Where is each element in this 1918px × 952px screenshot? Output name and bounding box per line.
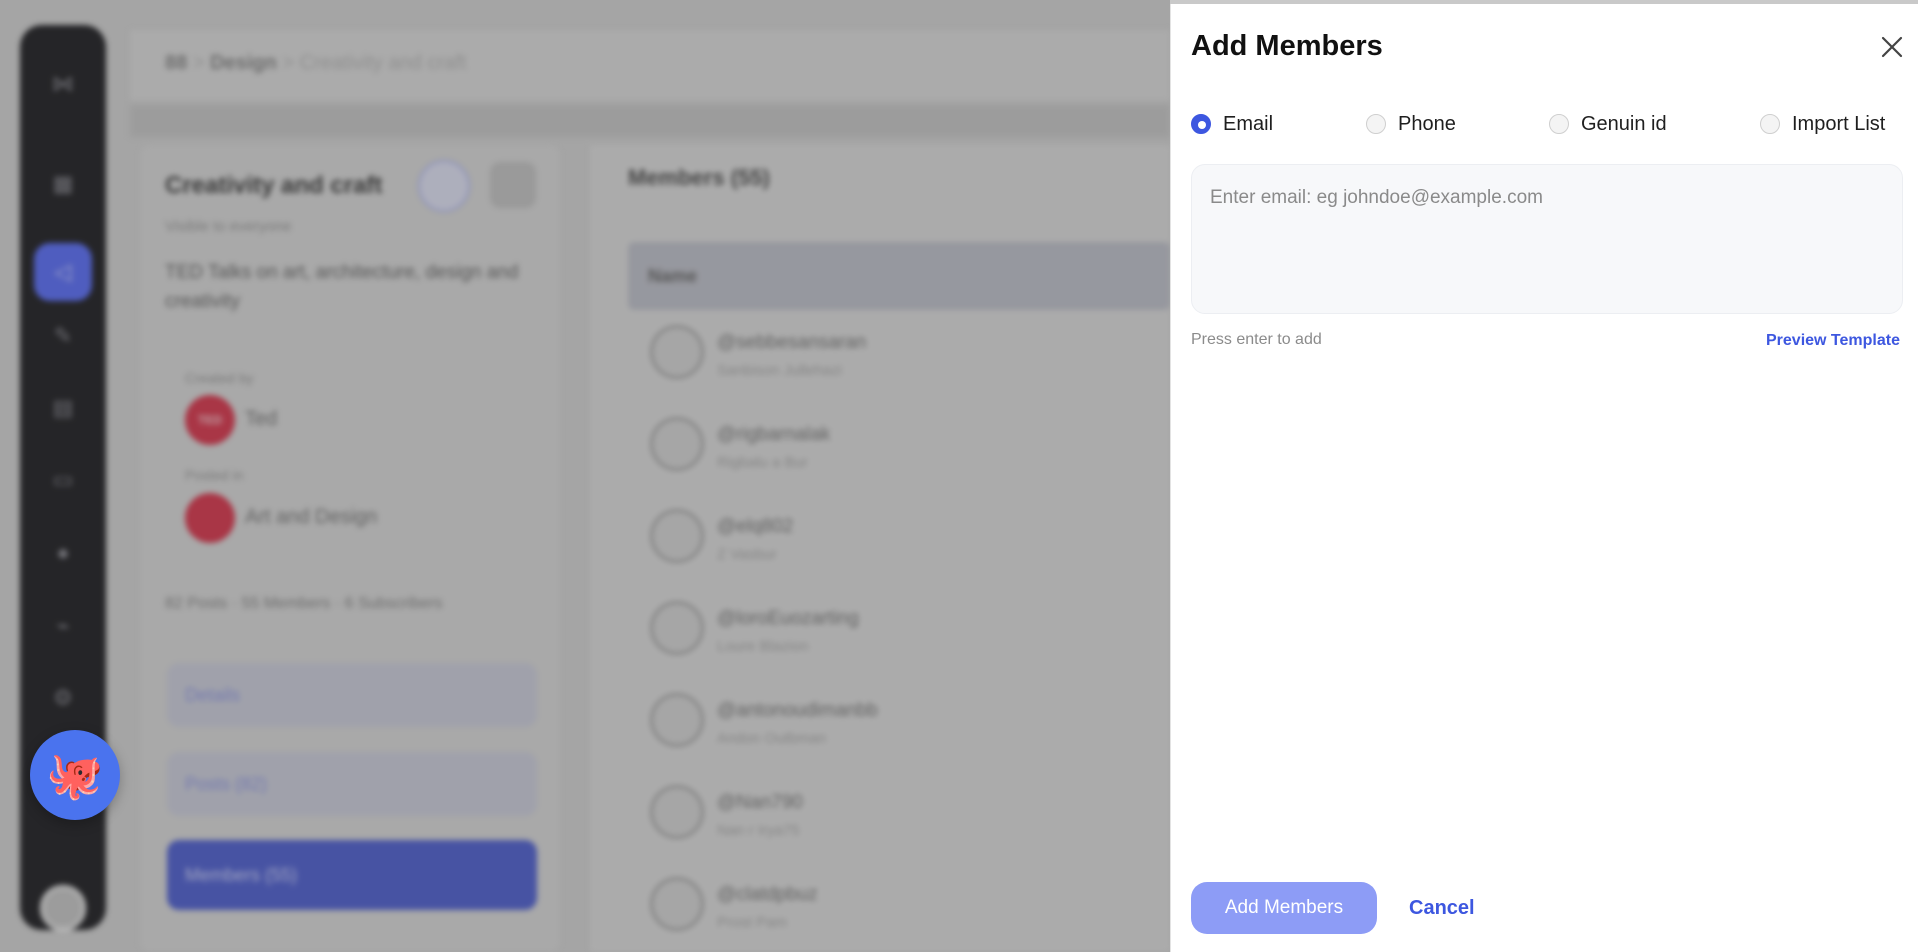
radio-import-list[interactable]: Import List: [1760, 109, 1885, 139]
octopus-icon[interactable]: 🐙: [30, 730, 120, 820]
radio-phone-circle[interactable]: [1366, 114, 1386, 134]
radio-email-label: Email: [1223, 112, 1274, 135]
radio-email[interactable]: Email: [1191, 109, 1273, 139]
radio-import-list-circle[interactable]: [1760, 114, 1780, 134]
radio-genuin-id-circle[interactable]: [1549, 114, 1569, 134]
add-members-drawer: Add Members Email Phone Genuin id Import…: [1170, 4, 1918, 952]
drawer-title: Add Members: [1191, 30, 1383, 62]
close-icon[interactable]: [1877, 32, 1907, 62]
radio-phone-label: Phone: [1398, 112, 1456, 135]
preview-template-link[interactable]: Preview Template: [1766, 332, 1900, 350]
enter-hint: Press enter to add: [1191, 331, 1322, 348]
email-input[interactable]: [1191, 164, 1903, 314]
radio-genuin-id[interactable]: Genuin id: [1549, 109, 1667, 139]
radio-genuin-id-label: Genuin id: [1581, 112, 1667, 135]
radio-import-list-label: Import List: [1792, 112, 1886, 135]
app-root: ⋈ ▦ ◁ ✎ ▤ ▭ ● ⌁ ⚙ 88 > Design > Creativi…: [0, 0, 1918, 952]
modal-overlay[interactable]: [0, 0, 1170, 952]
radio-email-circle[interactable]: [1191, 114, 1211, 134]
cancel-button[interactable]: Cancel: [1397, 882, 1487, 934]
radio-phone[interactable]: Phone: [1366, 109, 1456, 139]
add-members-button[interactable]: Add Members: [1191, 882, 1377, 934]
